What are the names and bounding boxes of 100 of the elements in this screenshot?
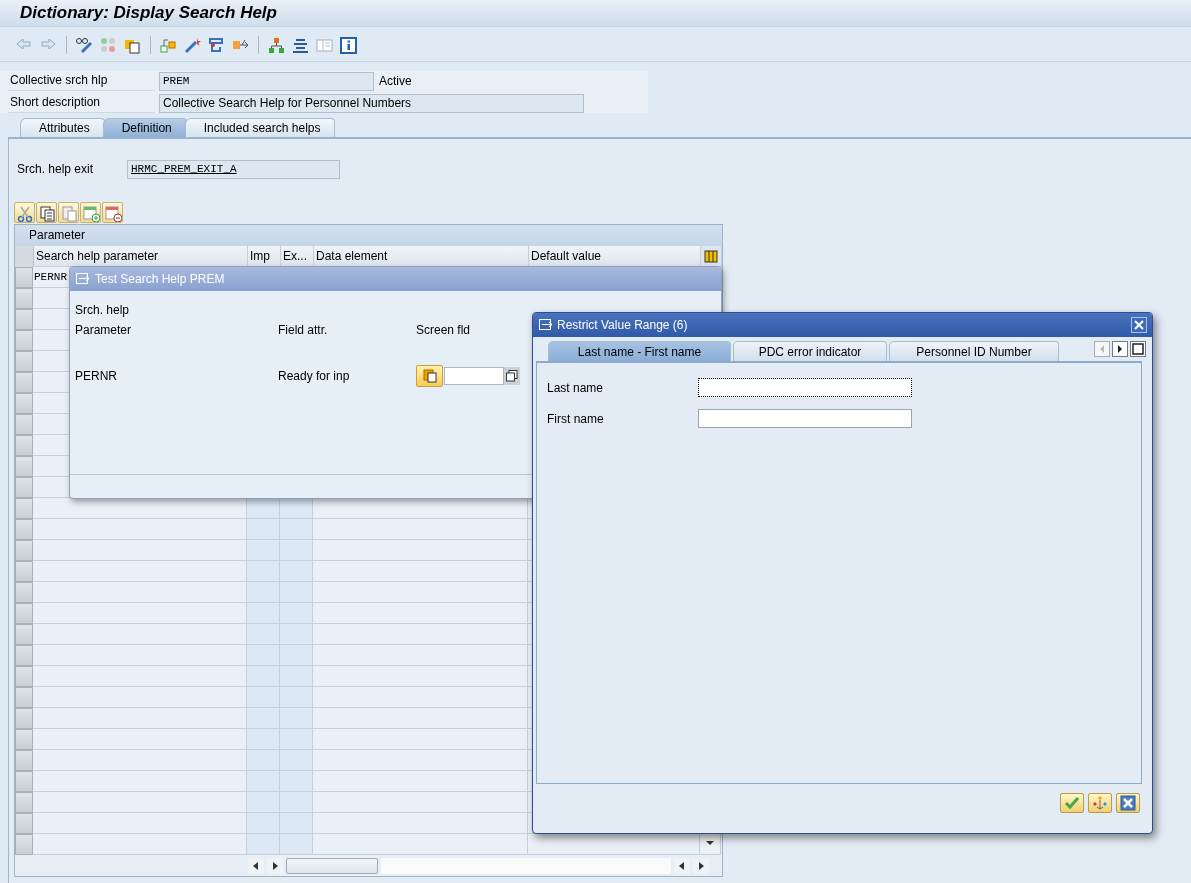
row-selector[interactable] bbox=[15, 519, 33, 540]
table-cell bbox=[247, 708, 280, 729]
multiple-selection-button[interactable] bbox=[1088, 793, 1112, 813]
tab[interactable]: Included search helps bbox=[184, 118, 336, 137]
table-cell bbox=[280, 666, 313, 687]
table-cell bbox=[247, 834, 280, 855]
copy-icon[interactable] bbox=[37, 203, 56, 222]
cancel-icon bbox=[1120, 795, 1136, 811]
table-cell bbox=[280, 624, 313, 645]
row-selector[interactable] bbox=[15, 477, 33, 498]
table-cell bbox=[247, 813, 280, 834]
screen-field[interactable] bbox=[444, 367, 504, 385]
scroll-left-icon[interactable] bbox=[248, 858, 264, 874]
row-selector[interactable] bbox=[15, 435, 33, 456]
table-cell bbox=[280, 750, 313, 771]
column-header[interactable]: Search help parameter bbox=[34, 246, 248, 267]
parameter-name: PERNR bbox=[75, 369, 118, 383]
scroll-right-icon[interactable] bbox=[267, 858, 283, 874]
table-caption: Parameter bbox=[15, 225, 722, 246]
table-cell bbox=[280, 771, 313, 792]
table-cell bbox=[247, 561, 280, 582]
table-cell bbox=[280, 519, 313, 540]
scrollbar-thumb[interactable] bbox=[286, 858, 378, 874]
tab[interactable]: Attributes bbox=[20, 118, 105, 137]
row-selector[interactable] bbox=[15, 750, 33, 771]
info-icon[interactable] bbox=[339, 35, 358, 55]
field-label: Last name bbox=[547, 380, 605, 395]
tab[interactable]: PDC error indicator bbox=[733, 341, 887, 361]
row-selector[interactable] bbox=[15, 498, 33, 519]
hierarchy-icon[interactable] bbox=[267, 35, 286, 55]
tab[interactable]: Definition bbox=[102, 118, 187, 137]
table-cell bbox=[247, 603, 280, 624]
row-selector[interactable] bbox=[15, 729, 33, 750]
confirm-button[interactable] bbox=[1060, 793, 1084, 813]
row-selector[interactable] bbox=[15, 771, 33, 792]
dialog-icon bbox=[539, 319, 553, 331]
display-field: PREM bbox=[159, 71, 374, 91]
tab-list-icon[interactable] bbox=[1130, 341, 1146, 357]
row-selector[interactable] bbox=[15, 414, 33, 435]
display-field: Collective Search Help for Personnel Numbers bbox=[159, 93, 584, 113]
row-selector[interactable] bbox=[15, 561, 33, 582]
tab-right-icon[interactable] bbox=[1112, 341, 1128, 357]
header-selector[interactable] bbox=[15, 246, 34, 267]
status-text: Active bbox=[379, 74, 412, 88]
column-header[interactable]: Ex... bbox=[281, 246, 314, 267]
field-label: Srch. help exit bbox=[16, 162, 95, 176]
row-selector[interactable] bbox=[15, 540, 33, 561]
row-selector[interactable] bbox=[15, 666, 33, 687]
row-selector[interactable] bbox=[15, 351, 33, 372]
scroll-down-icon[interactable] bbox=[702, 836, 718, 850]
cancel-button[interactable] bbox=[1116, 793, 1140, 813]
column-header[interactable]: Default value bbox=[529, 246, 701, 267]
copy-window-icon[interactable] bbox=[506, 370, 518, 382]
row-selector[interactable] bbox=[15, 393, 33, 414]
section-label: Srch. help bbox=[75, 303, 131, 319]
column-header[interactable]: Imp bbox=[248, 246, 281, 267]
table-cell bbox=[247, 687, 280, 708]
column-label: Parameter bbox=[75, 323, 133, 339]
table-cell bbox=[247, 582, 280, 603]
row-selector[interactable] bbox=[15, 834, 33, 855]
table-cell bbox=[247, 750, 280, 771]
tab[interactable]: Last name - First name bbox=[548, 341, 731, 361]
row-selector[interactable] bbox=[15, 309, 33, 330]
table-cell bbox=[247, 645, 280, 666]
insert-row-icon[interactable] bbox=[81, 203, 100, 222]
row-selector[interactable] bbox=[15, 582, 33, 603]
row-selector[interactable] bbox=[15, 624, 33, 645]
input-field[interactable] bbox=[698, 409, 912, 428]
column-header[interactable]: Data element bbox=[314, 246, 529, 267]
row-selector[interactable] bbox=[15, 372, 33, 393]
tab[interactable]: Personnel ID Number bbox=[889, 341, 1059, 361]
circles-icon[interactable] bbox=[99, 35, 118, 55]
close-button[interactable] bbox=[1131, 317, 1147, 333]
table-cell bbox=[280, 834, 313, 855]
scroll-right-icon[interactable] bbox=[693, 858, 709, 874]
column-settings-icon[interactable] bbox=[704, 249, 718, 263]
delete-row-icon[interactable] bbox=[103, 203, 122, 222]
field-label: First name bbox=[547, 411, 605, 426]
display-field: HRMC_PREM_EXIT_A bbox=[127, 159, 340, 179]
paste-button[interactable] bbox=[416, 365, 443, 387]
glasses-pencil-icon[interactable] bbox=[75, 35, 94, 55]
table-cell bbox=[280, 729, 313, 750]
clamp-icon[interactable] bbox=[207, 35, 226, 55]
row-selector[interactable] bbox=[15, 456, 33, 477]
input-field[interactable] bbox=[698, 378, 912, 397]
table-cell bbox=[247, 540, 280, 561]
table-cell bbox=[280, 708, 313, 729]
row-selector[interactable] bbox=[15, 288, 33, 309]
row-selector[interactable] bbox=[15, 687, 33, 708]
row-selector[interactable] bbox=[15, 645, 33, 666]
row-selector[interactable] bbox=[15, 267, 33, 288]
table-cell bbox=[247, 729, 280, 750]
row-selector[interactable] bbox=[15, 813, 33, 834]
clipboard-icon bbox=[422, 369, 437, 383]
table-cell bbox=[280, 687, 313, 708]
row-selector[interactable] bbox=[15, 603, 33, 624]
row-selector[interactable] bbox=[15, 792, 33, 813]
scroll-left-icon[interactable] bbox=[674, 858, 690, 874]
row-selector[interactable] bbox=[15, 330, 33, 351]
row-selector[interactable] bbox=[15, 708, 33, 729]
